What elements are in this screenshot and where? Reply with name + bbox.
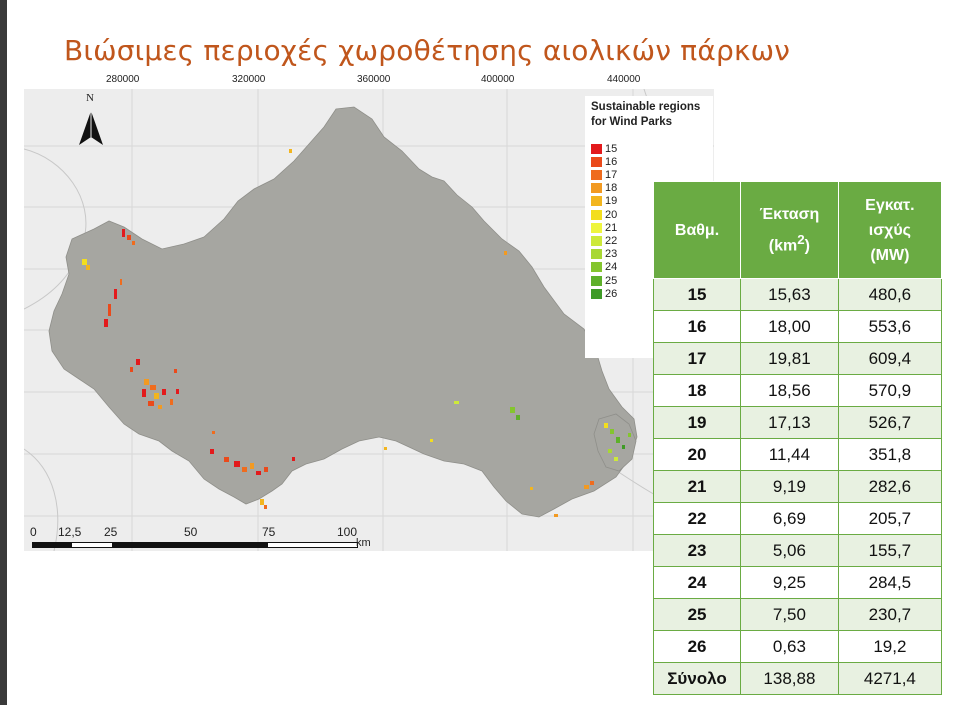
table-header-row: Βαθμ. Έκταση (km2) Εγκατ. ισχύς (MW) — [652, 181, 943, 279]
north-label: N — [86, 92, 94, 104]
legend-swatch — [591, 183, 602, 194]
legend-swatch — [591, 288, 602, 299]
table-row: 18 18,56 570,9 — [652, 374, 943, 407]
capacity-table: Βαθμ. Έκταση (km2) Εγκατ. ισχύς (MW) 15 1… — [652, 181, 943, 695]
table-row: 26 0,63 19,2 — [652, 630, 943, 663]
legend-item: 18 — [591, 182, 617, 195]
header-grade: Βαθμ. — [652, 181, 742, 279]
table-row: 23 5,06 155,7 — [652, 534, 943, 567]
scale-label: 100 — [337, 525, 358, 539]
legend-swatch — [591, 262, 602, 273]
x-tick: 360000 — [357, 74, 391, 85]
table-row: 25 7,50 230,7 — [652, 598, 943, 631]
table-row: 17 19,81 609,4 — [652, 342, 943, 375]
legend-swatch — [591, 209, 602, 220]
legend-swatch — [591, 156, 602, 167]
legend-item: 24 — [591, 261, 617, 274]
table-row: 20 11,44 351,8 — [652, 438, 943, 471]
table-row: 15 15,63 480,6 — [652, 278, 943, 311]
x-tick: 280000 — [106, 74, 140, 85]
legend-label: 25 — [605, 274, 618, 287]
region-shape — [48, 106, 638, 518]
slide-title: Βιώσιμες περιοχές χωροθέτησης αιολικών π… — [64, 34, 791, 67]
legend-swatch — [591, 249, 602, 260]
capacity-table-panel: Βαθμ. Έκταση (km2) Εγκατ. ισχύς (MW) 15 1… — [652, 181, 943, 695]
legend-item: 19 — [591, 195, 617, 208]
table-body: 15 15,63 480,6 16 18,00 553,6 17 19,81 609,4 1… — [652, 278, 943, 695]
legend-label: 17 — [605, 168, 618, 181]
legend-label: 26 — [605, 287, 618, 300]
legend-item: 15 — [591, 142, 617, 155]
table-row: 22 6,69 205,7 — [652, 502, 943, 535]
legend-swatch — [591, 143, 602, 154]
scale-label: 12,5 — [58, 525, 82, 539]
scale-label: 25 — [104, 525, 118, 539]
scale-unit: km — [356, 537, 371, 549]
legend-label: 15 — [605, 142, 618, 155]
legend-item: 20 — [591, 208, 617, 221]
legend-item: 25 — [591, 274, 617, 287]
legend-item: 17 — [591, 168, 617, 181]
scale-bar: 0 12,5 25 50 75 100 — [30, 525, 362, 548]
legend-label: 21 — [605, 221, 618, 234]
legend-label: 20 — [605, 208, 618, 221]
header-area: Έκταση (km2) — [740, 181, 839, 279]
x-tick: 400000 — [481, 74, 515, 85]
legend-label: 16 — [605, 155, 618, 168]
legend-item: 22 — [591, 234, 617, 247]
legend-title: Sustainable regions for Wind Parks — [591, 101, 701, 128]
legend-item: 26 — [591, 287, 617, 300]
legend-label: 22 — [605, 234, 618, 247]
legend-label: 24 — [605, 261, 618, 274]
scale-label: 0 — [30, 525, 37, 539]
legend-label: 18 — [605, 182, 618, 195]
header-power: Εγκατ. ισχύς (MW) — [837, 181, 943, 279]
legend-swatch — [591, 235, 602, 246]
scale-label: 75 — [262, 525, 276, 539]
scale-label: 50 — [184, 525, 198, 539]
x-tick: 320000 — [232, 74, 266, 85]
x-tick: 440000 — [607, 74, 641, 85]
table-row: 21 9,19 282,6 — [652, 470, 943, 503]
legend-swatch — [591, 196, 602, 207]
slide-left-edge — [0, 0, 7, 705]
table-row: 24 9,25 284,5 — [652, 566, 943, 599]
legend-label: 19 — [605, 195, 618, 208]
table-row: 19 17,13 526,7 — [652, 406, 943, 439]
legend-item: 16 — [591, 155, 617, 168]
legend-swatch — [591, 169, 602, 180]
legend-item: 21 — [591, 221, 617, 234]
legend-item: 23 — [591, 248, 617, 261]
legend-label: 23 — [605, 248, 618, 261]
table-total-row: Σύνολο 138,88 4271,4 — [652, 662, 943, 695]
legend-swatch — [591, 275, 602, 286]
table-row: 16 18,00 553,6 — [652, 310, 943, 343]
legend-swatch — [591, 222, 602, 233]
